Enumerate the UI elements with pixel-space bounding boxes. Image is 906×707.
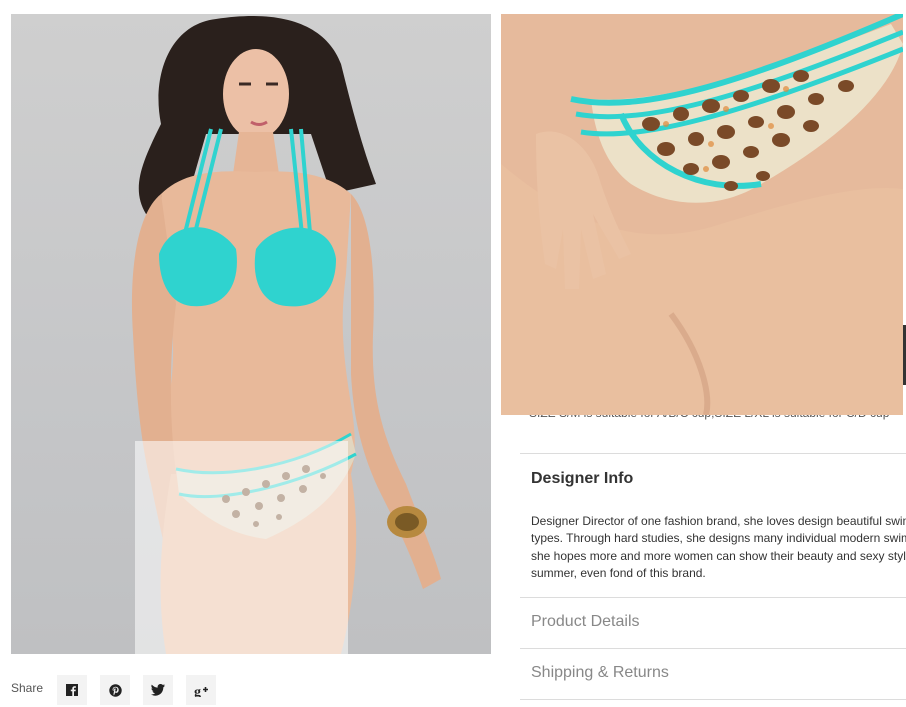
divider — [520, 648, 906, 649]
zoom-preview-image — [501, 14, 903, 415]
facebook-icon — [66, 684, 79, 696]
divider — [520, 597, 906, 598]
designer-text-line: summer, even fond of this brand. — [531, 565, 706, 580]
divider — [520, 699, 906, 700]
zoom-photo-illustration — [501, 14, 903, 415]
google-plus-share-button[interactable]: g — [186, 675, 217, 705]
designer-info-title: Designer Info — [531, 470, 634, 487]
designer-info-text: Designer Director of one fashion brand, … — [531, 513, 906, 582]
pinterest-icon — [108, 683, 122, 697]
designer-text-line: types. Through hard studies, she designs… — [531, 531, 906, 546]
share-label: Share — [11, 681, 44, 695]
svg-text:g: g — [194, 685, 201, 697]
divider — [520, 453, 906, 454]
product-details-tab[interactable]: Product Details — [531, 613, 640, 631]
google-plus-icon: g — [194, 685, 209, 697]
designer-text-line: Designer Director of one fashion brand, … — [531, 514, 906, 528]
twitter-share-button[interactable] — [143, 675, 174, 705]
pinterest-share-button[interactable] — [100, 675, 131, 705]
share-bar: Share g — [11, 675, 229, 705]
facebook-share-button[interactable] — [57, 675, 88, 705]
designer-text-line: she hopes more and more women can show t… — [531, 548, 906, 563]
twitter-icon — [151, 684, 166, 696]
zoom-lens[interactable] — [135, 441, 348, 654]
product-main-image[interactable] — [11, 14, 491, 654]
shipping-returns-tab[interactable]: Shipping & Returns — [531, 664, 669, 682]
